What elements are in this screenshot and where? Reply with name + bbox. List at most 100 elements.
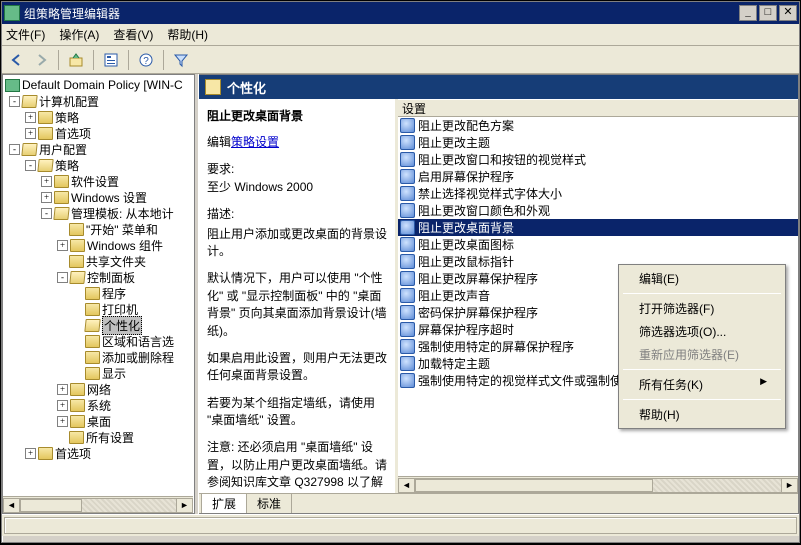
tree-region-lang[interactable]: 区域和语言选 bbox=[3, 333, 194, 349]
list-item[interactable]: 启用屏幕保护程序 bbox=[398, 168, 798, 185]
tree-root[interactable]: Default Domain Policy [WIN-C bbox=[3, 77, 194, 93]
scroll-thumb[interactable] bbox=[415, 479, 653, 492]
list-item-label: 阻止更改窗口和按钮的视觉样式 bbox=[418, 151, 586, 168]
list-item-label: 加载特定主题 bbox=[418, 355, 490, 372]
menu-file[interactable]: 文件(F) bbox=[6, 26, 45, 43]
expand-icon[interactable]: + bbox=[57, 240, 68, 251]
expand-icon[interactable]: + bbox=[41, 192, 52, 203]
expand-icon[interactable]: + bbox=[25, 448, 36, 459]
list-item[interactable]: 阻止更改窗口颜色和外观 bbox=[398, 202, 798, 219]
expand-icon[interactable]: + bbox=[57, 416, 68, 427]
desc-p5: 注意: 还必须启用 "桌面墙纸" 设置，以防止用户更改桌面墙纸。请参阅知识库文章… bbox=[207, 439, 387, 493]
close-button[interactable]: ✕ bbox=[779, 5, 797, 21]
expand-icon[interactable]: + bbox=[25, 128, 36, 139]
maximize-button[interactable]: □ bbox=[759, 5, 777, 21]
scroll-right-button[interactable]: ► bbox=[781, 478, 798, 493]
folder-icon bbox=[69, 431, 84, 444]
list-hscrollbar[interactable]: ◄ ► bbox=[398, 476, 798, 493]
folder-icon bbox=[70, 415, 85, 428]
tree-addremove[interactable]: 添加或删除程 bbox=[3, 349, 194, 365]
tree-shared-folders[interactable]: 共享文件夹 bbox=[3, 253, 194, 269]
tab-extended[interactable]: 扩展 bbox=[201, 493, 247, 513]
collapse-icon[interactable]: - bbox=[41, 208, 52, 219]
tree-cc-prefs[interactable]: +首选项 bbox=[3, 125, 194, 141]
tree-display[interactable]: 显示 bbox=[3, 365, 194, 381]
tree-programs[interactable]: 程序 bbox=[3, 285, 194, 301]
scroll-track[interactable] bbox=[20, 498, 176, 513]
tree-control-panel[interactable]: -控制面板 bbox=[3, 269, 194, 285]
tree-system[interactable]: +系统 bbox=[3, 397, 194, 413]
list-item[interactable]: 阻止更改窗口和按钮的视觉样式 bbox=[398, 151, 798, 168]
tree-personalization[interactable]: 个性化 bbox=[3, 317, 194, 333]
tree-computer-cfg[interactable]: -计算机配置 bbox=[3, 93, 194, 109]
tree-user-cfg[interactable]: -用户配置 bbox=[3, 141, 194, 157]
menu-action[interactable]: 操作(A) bbox=[59, 26, 99, 43]
ctx-help[interactable]: 帮助(H) bbox=[621, 403, 783, 426]
menu-help[interactable]: 帮助(H) bbox=[167, 26, 208, 43]
list-item-label: 阻止更改鼠标指针 bbox=[418, 253, 514, 270]
forward-button[interactable] bbox=[30, 49, 52, 71]
tree-cc-policies[interactable]: +策略 bbox=[3, 109, 194, 125]
tree-printers[interactable]: 打印机 bbox=[3, 301, 194, 317]
folder-icon bbox=[70, 383, 85, 396]
details-pane: 个性化 阻止更改桌面背景 编辑策略设置 要求:至少 Windows 2000 描… bbox=[199, 74, 799, 514]
up-button[interactable] bbox=[65, 49, 87, 71]
back-button[interactable] bbox=[6, 49, 28, 71]
ctx-separator bbox=[623, 293, 781, 294]
expand-icon[interactable]: + bbox=[41, 176, 52, 187]
ctx-filter-options[interactable]: 筛选器选项(O)... bbox=[621, 320, 783, 343]
collapse-icon[interactable]: - bbox=[9, 96, 20, 107]
scroll-track[interactable] bbox=[415, 478, 781, 493]
policy-icon bbox=[400, 305, 415, 320]
help-button[interactable]: ? bbox=[135, 49, 157, 71]
scroll-left-button[interactable]: ◄ bbox=[3, 498, 20, 513]
tree-uc-prefs[interactable]: +首选项 bbox=[3, 445, 194, 461]
scroll-thumb[interactable] bbox=[20, 499, 82, 512]
expand-icon[interactable]: + bbox=[57, 400, 68, 411]
list-item[interactable]: 阻止更改桌面背景 bbox=[398, 219, 798, 236]
list-item[interactable]: 阻止更改主题 bbox=[398, 134, 798, 151]
content-row: 阻止更改桌面背景 编辑策略设置 要求:至少 Windows 2000 描述: 阻… bbox=[199, 99, 798, 493]
folder-icon bbox=[85, 335, 100, 348]
list-item[interactable]: 阻止更改桌面图标 bbox=[398, 236, 798, 253]
folder-icon bbox=[69, 271, 85, 284]
tree-network[interactable]: +网络 bbox=[3, 381, 194, 397]
ctx-edit[interactable]: 编辑(E) bbox=[621, 267, 783, 290]
menu-view[interactable]: 查看(V) bbox=[113, 26, 153, 43]
tree-all-settings[interactable]: 所有设置 bbox=[3, 429, 194, 445]
scroll-right-button[interactable]: ► bbox=[176, 498, 193, 513]
folder-icon bbox=[84, 319, 100, 332]
selected-setting-title: 阻止更改桌面背景 bbox=[207, 107, 387, 124]
filter-button[interactable] bbox=[170, 49, 192, 71]
status-cell bbox=[4, 517, 797, 534]
list-item-label: 启用屏幕保护程序 bbox=[418, 168, 514, 185]
minimize-button[interactable]: _ bbox=[739, 5, 757, 21]
properties-button[interactable] bbox=[100, 49, 122, 71]
collapse-icon[interactable]: - bbox=[57, 272, 68, 283]
context-menu: 编辑(E) 打开筛选器(F) 筛选器选项(O)... 重新应用筛选器(E) 所有… bbox=[618, 264, 786, 429]
tree-soft-settings[interactable]: +软件设置 bbox=[3, 173, 194, 189]
tree-desktop[interactable]: +桌面 bbox=[3, 413, 194, 429]
tree-admin-tpl[interactable]: -管理模板: 从本地计 bbox=[3, 205, 194, 221]
collapse-icon[interactable]: - bbox=[25, 160, 36, 171]
expand-icon[interactable]: + bbox=[57, 384, 68, 395]
tree-start-menu[interactable]: "开始" 菜单和 bbox=[3, 221, 194, 237]
tab-standard[interactable]: 标准 bbox=[246, 493, 292, 513]
ctx-all-tasks[interactable]: 所有任务(K) bbox=[621, 373, 783, 396]
ctx-separator bbox=[623, 399, 781, 400]
collapse-icon[interactable]: - bbox=[9, 144, 20, 155]
list-item[interactable]: 阻止更改配色方案 bbox=[398, 117, 798, 134]
edit-policy-link[interactable]: 策略设置 bbox=[231, 135, 279, 149]
list-header[interactable]: 设置 bbox=[398, 99, 798, 117]
tree-win-settings[interactable]: +Windows 设置 bbox=[3, 189, 194, 205]
expand-icon[interactable]: + bbox=[25, 112, 36, 123]
tree-win-components[interactable]: +Windows 组件 bbox=[3, 237, 194, 253]
scroll-left-button[interactable]: ◄ bbox=[398, 478, 415, 493]
ctx-open-filter[interactable]: 打开筛选器(F) bbox=[621, 297, 783, 320]
tree-uc-policies[interactable]: -策略 bbox=[3, 157, 194, 173]
desc-p1: 阻止用户添加或更改桌面的背景设计。 bbox=[207, 226, 387, 261]
tree-hscrollbar[interactable]: ◄ ► bbox=[3, 496, 193, 513]
list-item[interactable]: 禁止选择视觉样式字体大小 bbox=[398, 185, 798, 202]
nav-tree[interactable]: Default Domain Policy [WIN-C -计算机配置 +策略 … bbox=[2, 74, 194, 514]
requirements: 要求:至少 Windows 2000 bbox=[207, 161, 387, 196]
